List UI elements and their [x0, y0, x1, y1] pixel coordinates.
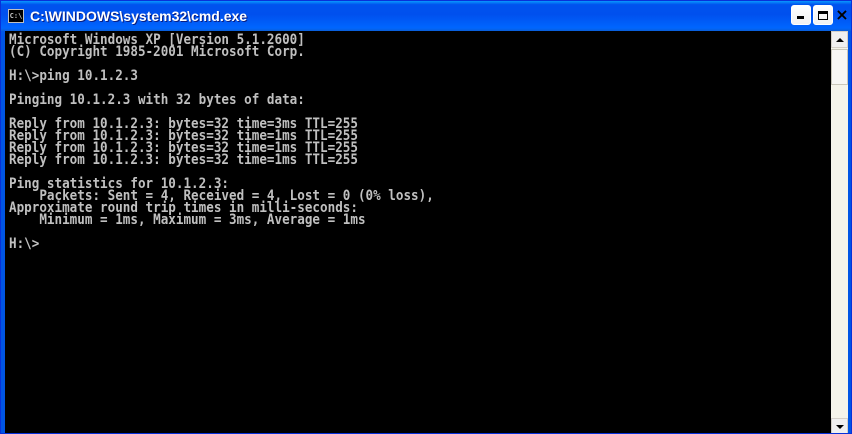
- cmd-window: C:\ C:\WINDOWS\system32\cmd.exe × Micros…: [0, 0, 852, 434]
- console-line: Reply from 10.1.2.3: bytes=32 time=1ms T…: [9, 152, 358, 168]
- close-icon: ×: [835, 5, 849, 24]
- close-button[interactable]: ×: [835, 5, 849, 25]
- arrow-up-icon: [835, 37, 844, 42]
- vertical-scrollbar[interactable]: [831, 31, 848, 433]
- console-line: (C) Copyright 1985-2001 Microsoft Corp.: [9, 44, 305, 60]
- scroll-down-button[interactable]: [831, 418, 848, 433]
- minimize-icon: [797, 16, 804, 19]
- scroll-up-button[interactable]: [831, 31, 848, 48]
- command-prompt[interactable]: H:\>: [9, 237, 749, 251]
- arrow-down-icon: [835, 424, 844, 429]
- title-bar[interactable]: C:\ C:\WINDOWS\system32\cmd.exe ×: [1, 1, 851, 31]
- console-line: Pinging 10.1.2.3 with 32 bytes of data:: [9, 92, 305, 108]
- window-controls: ×: [791, 5, 849, 25]
- console-line: H:\>ping 10.1.2.3: [9, 68, 138, 84]
- maximize-button[interactable]: [813, 5, 833, 25]
- console-line: Minimum = 1ms, Maximum = 3ms, Average = …: [9, 212, 366, 228]
- console-output[interactable]: Microsoft Windows XP [Version 5.1.2600] …: [5, 31, 831, 433]
- console-lines: Microsoft Windows XP [Version 5.1.2600] …: [5, 31, 831, 251]
- maximize-icon: [818, 10, 828, 20]
- window-title: C:\WINDOWS\system32\cmd.exe: [30, 8, 248, 24]
- minimize-button[interactable]: [791, 5, 811, 25]
- console-icon[interactable]: C:\: [8, 9, 24, 23]
- scrollbar-thumb[interactable]: [831, 49, 848, 85]
